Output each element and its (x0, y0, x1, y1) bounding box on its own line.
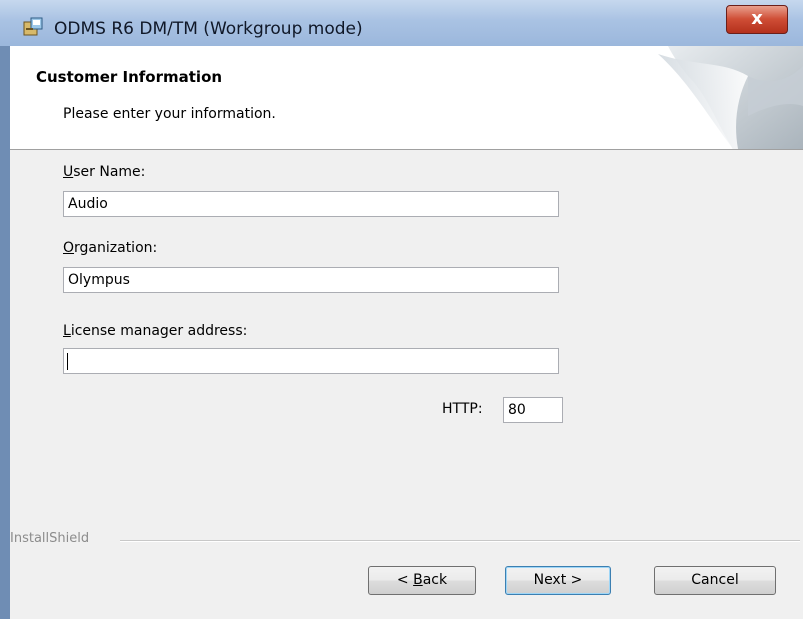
organization-label: Organization: (63, 240, 158, 256)
header-banner: Customer Information Please enter your i… (10, 46, 803, 150)
cancel-button[interactable]: Cancel (654, 566, 776, 595)
footer-divider (120, 540, 800, 542)
text-caret (67, 353, 68, 370)
license-manager-label: License manager address: (63, 323, 248, 339)
page-title: Customer Information (36, 68, 223, 86)
window-title: ODMS R6 DM/TM (Workgroup mode) (54, 19, 363, 39)
http-port-label: HTTP: (442, 401, 483, 417)
back-button[interactable]: < Back (368, 566, 476, 595)
title-bar[interactable]: ODMS R6 DM/TM (Workgroup mode) x (0, 0, 803, 46)
close-icon: x (751, 8, 763, 29)
banner-page-curl-graphic (658, 46, 803, 149)
user-name-input[interactable] (63, 191, 559, 217)
dialog-client-area: Customer Information Please enter your i… (10, 46, 803, 619)
installer-app-icon (23, 17, 43, 36)
license-manager-input[interactable] (63, 348, 559, 374)
http-port-input[interactable] (503, 397, 563, 423)
page-subtitle: Please enter your information. (63, 106, 276, 122)
installer-window: ODMS R6 DM/TM (Workgroup mode) x Custome… (0, 0, 803, 619)
close-button[interactable]: x (726, 5, 788, 34)
user-name-label: User Name: (63, 164, 146, 180)
organization-input[interactable] (63, 267, 559, 293)
installshield-group-label: InstallShield (10, 531, 90, 546)
next-button[interactable]: Next > (505, 566, 611, 595)
